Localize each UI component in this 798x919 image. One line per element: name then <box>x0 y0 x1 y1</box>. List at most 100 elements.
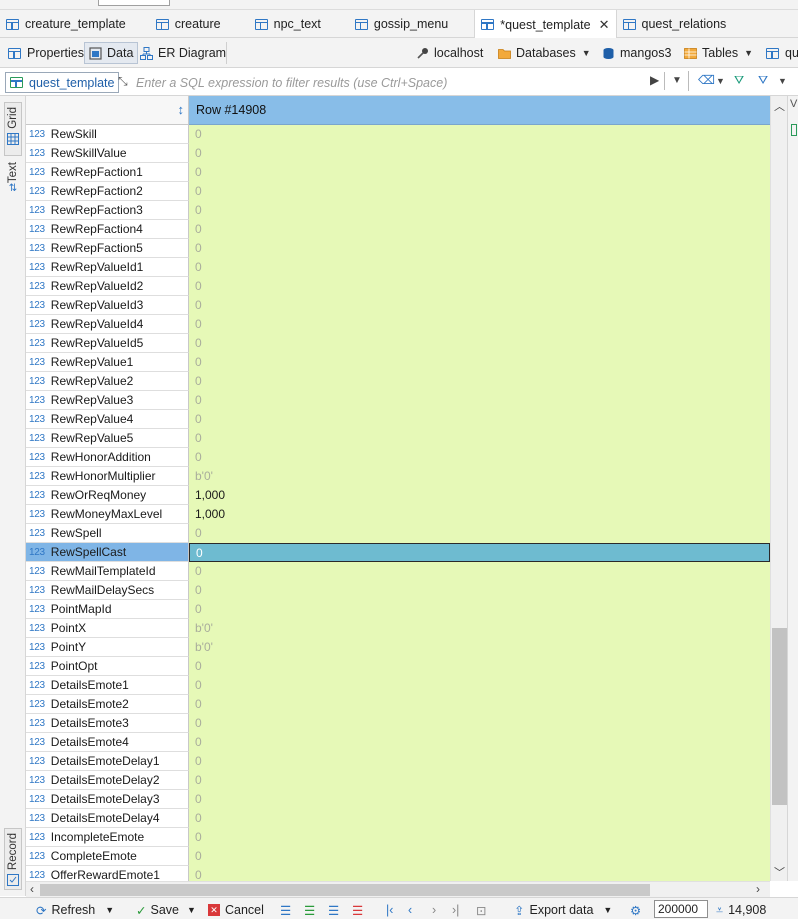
column-name-cell[interactable]: 123 OfferRewardEmote1 <box>26 866 189 881</box>
chevron-down-icon[interactable]: ▼ <box>603 905 612 915</box>
column-name-cell[interactable]: 123 RewMailDelaySecs <box>26 581 189 600</box>
value-cell[interactable]: 0 <box>189 353 770 372</box>
column-name-cell[interactable]: 123 RewMoneyMaxLevel <box>26 505 189 524</box>
table-row[interactable]: 123 OfferRewardEmote1 0 <box>26 866 770 881</box>
table-row[interactable]: 123 RewRepValue2 0 <box>26 372 770 391</box>
column-name-header[interactable]: ↕ <box>26 96 189 125</box>
table-row[interactable]: 123 RewRepValueId2 0 <box>26 277 770 296</box>
horizontal-scrollbar[interactable]: ‹ › <box>26 881 770 897</box>
tab-quest-template[interactable]: *quest_template ✕ <box>474 10 617 39</box>
fetch-page-icon[interactable]: ⊡ <box>476 901 486 919</box>
value-cell[interactable]: 0 <box>189 657 770 676</box>
table-row[interactable]: 123 RewOrReqMoney 1,000 <box>26 486 770 505</box>
value-cell[interactable]: b'0' <box>189 638 770 657</box>
table-row[interactable]: 123 RewRepValue3 0 <box>26 391 770 410</box>
table-row[interactable]: 123 RewSpell 0 <box>26 524 770 543</box>
value-cell[interactable]: 0 <box>189 866 770 881</box>
chevron-down-icon[interactable]: ▼ <box>778 76 787 86</box>
value-cell[interactable]: 0 <box>189 771 770 790</box>
filter-expression-input[interactable] <box>136 72 648 93</box>
table-row[interactable]: 123 RewSkill 0 <box>26 125 770 144</box>
first-row-icon[interactable]: |‹ <box>386 901 393 919</box>
value-cell[interactable]: 0 <box>189 277 770 296</box>
value-cell[interactable]: 0 <box>189 372 770 391</box>
table-row[interactable]: 123 RewSkillValue 0 <box>26 144 770 163</box>
table-row[interactable]: 123 RewMailDelaySecs 0 <box>26 581 770 600</box>
active-table-chip[interactable]: quest_template <box>5 72 120 93</box>
column-name-cell[interactable]: 123 DetailsEmoteDelay3 <box>26 790 189 809</box>
schema-selector[interactable]: mangos3 <box>598 42 675 64</box>
expand-icon[interactable]: ⤡ <box>118 74 128 89</box>
previous-row-icon[interactable]: ‹ <box>408 901 412 919</box>
column-name-cell[interactable]: 123 RewRepFaction4 <box>26 220 189 239</box>
column-name-cell[interactable]: 123 RewSkillValue <box>26 144 189 163</box>
column-name-cell[interactable]: 123 RewSpell <box>26 524 189 543</box>
table-row[interactable]: 123 RewMailTemplateId 0 <box>26 562 770 581</box>
panel-icon[interactable]: V <box>790 98 797 110</box>
export-data-button[interactable]: ⇪ Export data ▼ <box>514 901 612 919</box>
value-cell[interactable]: 0 <box>189 695 770 714</box>
value-cell[interactable]: 0 <box>189 676 770 695</box>
column-name-cell[interactable]: 123 RewSkill <box>26 125 189 144</box>
value-cell[interactable]: 0 <box>189 182 770 201</box>
column-name-cell[interactable]: 123 PointMapId <box>26 600 189 619</box>
column-name-cell[interactable]: 123 RewRepValue1 <box>26 353 189 372</box>
value-cell[interactable]: 0 <box>189 581 770 600</box>
column-name-cell[interactable]: 123 DetailsEmote4 <box>26 733 189 752</box>
column-name-cell[interactable]: 123 PointX <box>26 619 189 638</box>
databases-selector[interactable]: Databases ▼ <box>494 42 595 64</box>
value-cell[interactable]: 0 <box>189 714 770 733</box>
record-view-tab[interactable]: Record <box>4 828 22 890</box>
last-row-icon[interactable]: ›| <box>452 901 459 919</box>
er-diagram-tab[interactable]: ER Diagram <box>136 42 230 64</box>
value-cell[interactable]: 0 <box>189 258 770 277</box>
filter-settings-icon[interactable]: ⛛ <box>734 73 744 88</box>
filter-icon[interactable]: ⛛ <box>758 73 768 88</box>
table-row[interactable]: 123 RewRepFaction5 0 <box>26 239 770 258</box>
text-view-tab[interactable]: Text ⇅ <box>4 162 22 212</box>
value-cell[interactable]: b'0' <box>189 467 770 486</box>
tab-creature-template[interactable]: creature_template <box>0 10 132 38</box>
scrollbar-thumb[interactable] <box>40 884 650 896</box>
scrollbar-thumb[interactable] <box>772 628 787 805</box>
eraser-icon[interactable]: ⌫ <box>698 73 715 87</box>
table-row[interactable]: 123 DetailsEmote4 0 <box>26 733 770 752</box>
grid-view-tab[interactable]: Grid <box>4 102 22 156</box>
table-row[interactable]: 123 RewRepFaction4 0 <box>26 220 770 239</box>
value-cell[interactable]: 0 <box>189 201 770 220</box>
column-name-cell[interactable]: 123 RewRepFaction1 <box>26 163 189 182</box>
value-cell[interactable]: b'0' <box>189 619 770 638</box>
table-row[interactable]: 123 RewRepValueId1 0 <box>26 258 770 277</box>
column-name-cell[interactable]: 123 RewOrReqMoney <box>26 486 189 505</box>
column-name-cell[interactable]: 123 DetailsEmote2 <box>26 695 189 714</box>
value-cell[interactable]: 0 <box>189 448 770 467</box>
table-row[interactable]: 123 DetailsEmote3 0 <box>26 714 770 733</box>
table-row[interactable]: 123 RewRepValue5 0 <box>26 429 770 448</box>
column-name-cell[interactable]: 123 RewRepValueId1 <box>26 258 189 277</box>
tab-creature[interactable]: creature <box>150 10 227 38</box>
value-cell[interactable]: 0 <box>189 296 770 315</box>
gear-icon[interactable]: ⚙ <box>630 901 641 919</box>
table-row[interactable]: 123 DetailsEmote2 0 <box>26 695 770 714</box>
properties-tab[interactable]: Properties <box>4 42 88 64</box>
column-name-cell[interactable]: 123 IncompleteEmote <box>26 828 189 847</box>
column-name-cell[interactable]: 123 RewRepFaction5 <box>26 239 189 258</box>
value-cell[interactable]: 0 <box>189 562 770 581</box>
connection-selector[interactable]: localhost <box>412 42 487 64</box>
table-row[interactable]: 123 RewRepValue1 0 <box>26 353 770 372</box>
table-row[interactable]: 123 PointY b'0' <box>26 638 770 657</box>
value-cell[interactable]: 0 <box>189 733 770 752</box>
chevron-down-icon[interactable]: ▼ <box>105 905 114 915</box>
refresh-button[interactable]: ⟳ Refresh ▼ <box>36 901 114 919</box>
column-name-cell[interactable]: 123 PointY <box>26 638 189 657</box>
table-row[interactable]: 123 PointOpt 0 <box>26 657 770 676</box>
row-header[interactable]: Row #14908 <box>189 96 770 125</box>
table-row[interactable]: 123 DetailsEmoteDelay1 0 <box>26 752 770 771</box>
value-cell[interactable]: 0 <box>189 315 770 334</box>
close-icon[interactable]: ✕ <box>599 17 610 33</box>
value-cell[interactable]: 0 <box>189 144 770 163</box>
table-row[interactable]: 123 RewMoneyMaxLevel 1,000 <box>26 505 770 524</box>
column-name-cell[interactable]: 123 PointOpt <box>26 657 189 676</box>
scroll-down-icon[interactable]: ﹀ <box>774 864 785 880</box>
value-cell[interactable]: 0 <box>189 163 770 182</box>
